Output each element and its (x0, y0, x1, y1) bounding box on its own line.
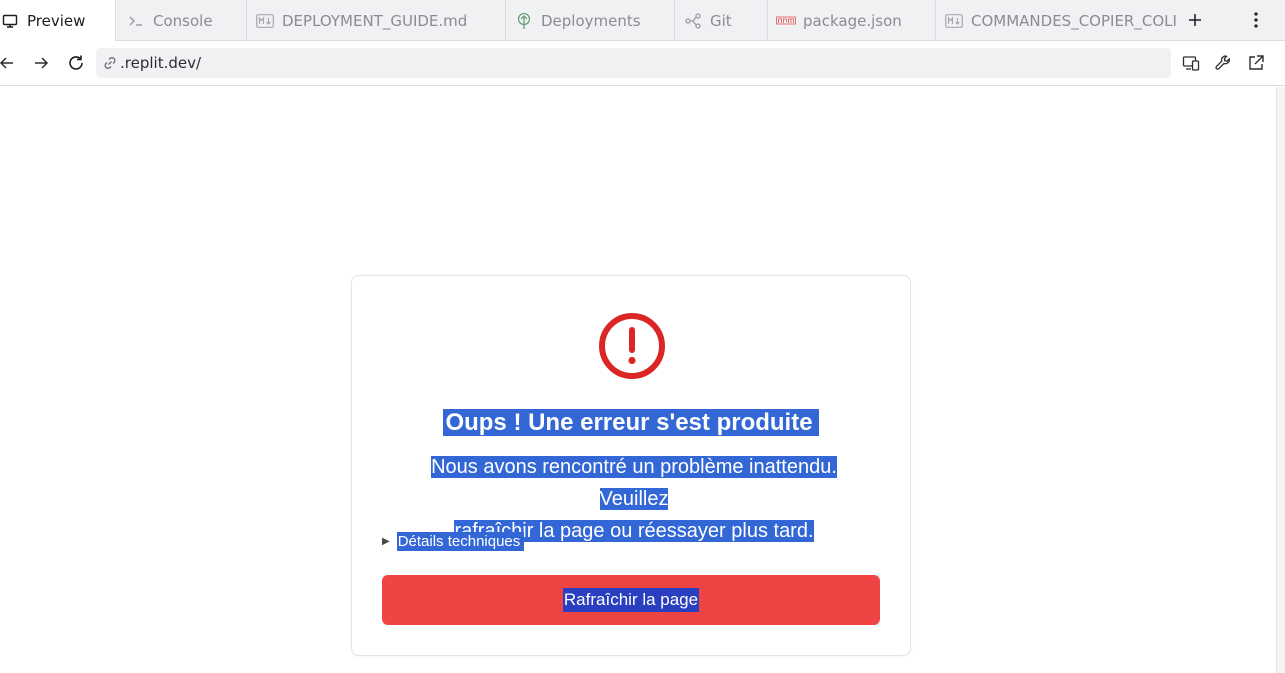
tab-label: Preview (27, 12, 86, 30)
monitor-icon (0, 11, 20, 31)
deploy-icon (514, 11, 534, 31)
technical-details-toggle[interactable]: ▶ Détails techniques (382, 532, 525, 551)
error-message-line-1: Nous avons rencontré un problème inatten… (431, 456, 837, 510)
tab-console[interactable]: Console (116, 0, 247, 41)
npm-icon (776, 11, 796, 31)
refresh-button-label: Rafraîchir la page (562, 588, 700, 612)
tab-deployments[interactable]: Deployments (506, 0, 675, 41)
tab-git[interactable]: Git (675, 0, 768, 41)
disclosure-triangle-icon: ▶ (382, 536, 390, 547)
back-arrow-icon[interactable] (0, 52, 18, 74)
preview-pane: Oups ! Une erreur s'est produite Nous av… (0, 87, 1276, 673)
open-external-icon[interactable] (1245, 52, 1267, 74)
forward-arrow-icon[interactable] (30, 52, 52, 74)
wrench-icon[interactable] (1212, 52, 1234, 74)
tab-label: package.json (803, 11, 902, 30)
error-card: Oups ! Une erreur s'est produite Nous av… (351, 275, 911, 656)
tab-deployment-guide[interactable]: DEPLOYMENT_GUIDE.md (247, 0, 506, 41)
alert-circle-icon (599, 313, 665, 379)
tab-label: Console (153, 11, 213, 30)
tab-label: COMMANDES_COPIER_COLI (971, 11, 1176, 30)
new-tab-plus-icon[interactable] (1183, 8, 1207, 32)
terminal-icon (126, 11, 146, 31)
tab-package-json[interactable]: package.json (768, 0, 936, 41)
tab-preview[interactable]: Preview (0, 0, 116, 42)
tab-label: DEPLOYMENT_GUIDE.md (282, 11, 468, 30)
error-title: Oups ! Une erreur s'est produite (443, 409, 819, 436)
devices-icon[interactable] (1180, 52, 1202, 74)
git-icon (683, 11, 703, 31)
address-bar: .replit.dev/ (0, 41, 1285, 86)
tab-label: Deployments (541, 11, 641, 30)
url-text: .replit.dev/ (120, 54, 202, 72)
refresh-page-button[interactable]: Rafraîchir la page (382, 575, 880, 625)
tab-label: Git (710, 11, 732, 30)
markdown-icon (944, 11, 964, 31)
markdown-icon (255, 11, 275, 31)
url-field[interactable]: .replit.dev/ (96, 48, 1171, 78)
more-options-icon[interactable] (1244, 8, 1268, 32)
reload-icon[interactable] (65, 52, 87, 74)
tab-commandes-copier[interactable]: COMMANDES_COPIER_COLI (936, 0, 1176, 41)
vertical-scrollbar[interactable] (1276, 87, 1285, 673)
technical-details-label: Détails techniques (396, 532, 525, 551)
tab-bar: Preview Console DEPLOYMENT_GUIDE.md Depl… (0, 0, 1285, 42)
link-icon (102, 55, 118, 71)
